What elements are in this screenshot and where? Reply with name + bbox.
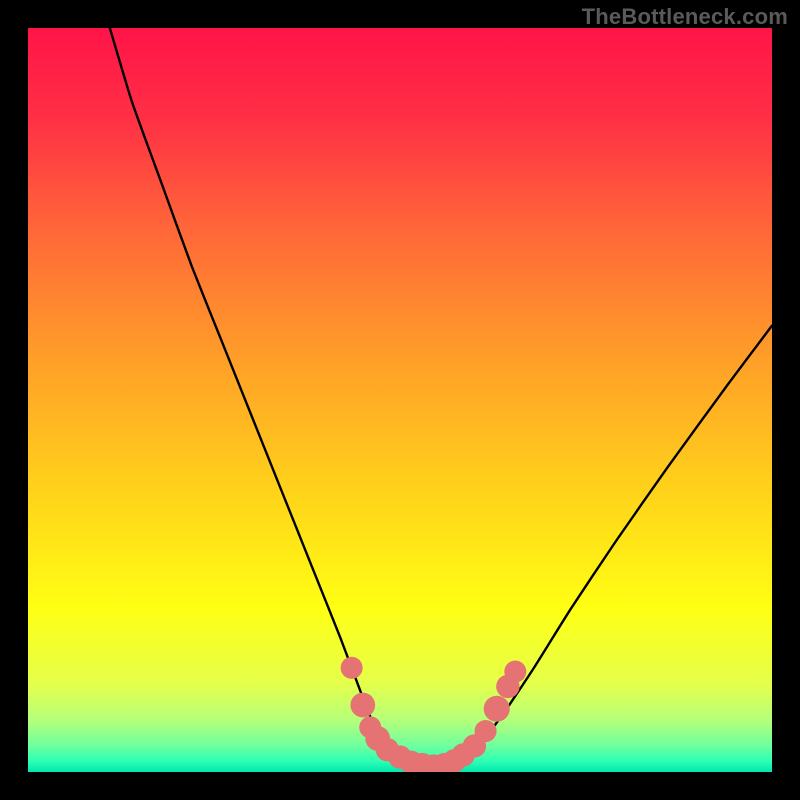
plot-area: [28, 28, 772, 772]
curve-marker: [350, 693, 375, 718]
curve-marker: [504, 661, 526, 683]
curve-marker: [484, 696, 510, 722]
curve-marker: [341, 657, 363, 679]
watermark-label: TheBottleneck.com: [582, 4, 788, 30]
gradient-background: [28, 28, 772, 772]
curve-marker: [475, 720, 497, 742]
bottleneck-chart: [28, 28, 772, 772]
chart-frame: TheBottleneck.com: [0, 0, 800, 800]
